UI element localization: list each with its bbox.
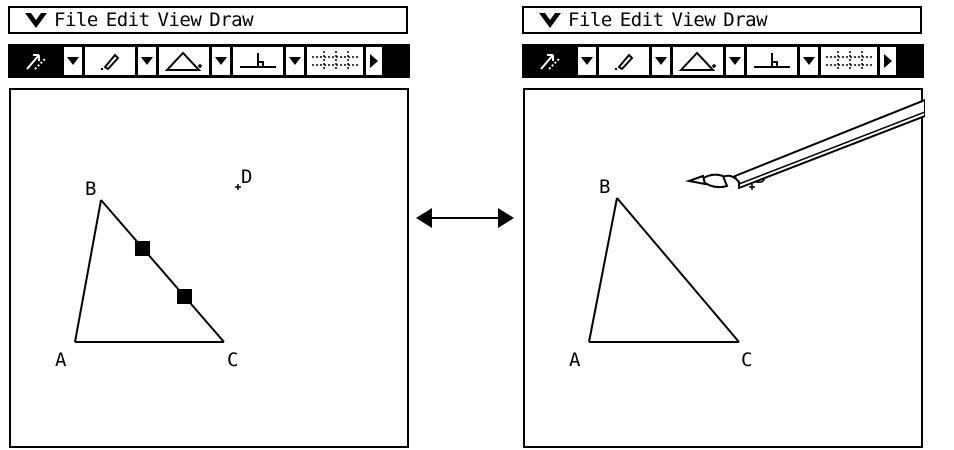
play-right-icon [884, 54, 892, 68]
select-tool-button[interactable] [525, 47, 575, 75]
triangle-icon [164, 51, 202, 71]
menu-draw[interactable]: Draw [723, 8, 767, 32]
point-label-a: A [569, 349, 581, 371]
chevron-down-icon[interactable] [24, 10, 48, 30]
dropdown-triangle-icon [803, 57, 815, 65]
toolbar-scroll-right-button[interactable] [366, 47, 382, 75]
perpendicular-tool-button[interactable] [233, 47, 283, 75]
point-label-d: D [241, 166, 252, 188]
dropdown-triangle-icon [581, 57, 593, 65]
grid-icon [826, 51, 872, 71]
perpendicular-icon [240, 53, 276, 68]
menu-file[interactable]: File [54, 8, 98, 32]
toolbar [522, 44, 924, 78]
triangle-tool-button[interactable] [159, 47, 209, 75]
stylus-pen-icon [685, 98, 925, 190]
point-label-c: C [227, 349, 238, 371]
perpendicular-tool-dropdown[interactable] [800, 47, 818, 75]
segment-ab[interactable] [588, 197, 618, 343]
toolbar-scroll-right-button[interactable] [880, 47, 896, 75]
menu-edit[interactable]: Edit [106, 8, 150, 32]
selection-handle[interactable] [177, 289, 192, 304]
screen-right: File Edit View Draw B A C [522, 0, 925, 448]
menu-draw[interactable]: Draw [209, 8, 253, 32]
menu-view[interactable]: View [672, 8, 716, 32]
draw-tool-dropdown[interactable] [138, 47, 156, 75]
pen-icon [101, 53, 120, 71]
triangle-tool-button[interactable] [673, 47, 723, 75]
draw-tool-button[interactable] [85, 47, 135, 75]
draw-tool-dropdown[interactable] [652, 47, 670, 75]
segment-bc[interactable] [616, 197, 740, 343]
perpendicular-tool-dropdown[interactable] [286, 47, 304, 75]
toolbar [8, 44, 410, 78]
point-label-b: B [599, 176, 610, 198]
chevron-down-icon[interactable] [538, 10, 562, 30]
geometry-canvas[interactable]: B D A C [9, 88, 409, 448]
screen-left: File Edit View Draw B D A C [8, 0, 410, 448]
menu-bar: File Edit View Draw [8, 6, 408, 34]
dropdown-triangle-icon [289, 57, 301, 65]
dropdown-triangle-icon [67, 57, 79, 65]
triangle-icon [678, 51, 716, 71]
point-label-b: B [85, 178, 96, 200]
segment-bc[interactable] [100, 199, 225, 343]
triangle-tool-dropdown[interactable] [726, 47, 744, 75]
select-tool-button[interactable] [11, 47, 61, 75]
menu-bar: File Edit View Draw [522, 6, 922, 34]
geometry-canvas[interactable]: B D A C [523, 88, 925, 448]
draw-tool-button[interactable] [599, 47, 649, 75]
menu-view[interactable]: View [158, 8, 202, 32]
select-arrow-icon [540, 54, 560, 70]
selection-handle[interactable] [135, 241, 150, 256]
menu-file[interactable]: File [568, 8, 612, 32]
select-tool-dropdown[interactable] [578, 47, 596, 75]
dropdown-triangle-icon [655, 57, 667, 65]
select-tool-dropdown[interactable] [64, 47, 82, 75]
point-label-a: A [55, 349, 67, 371]
point-label-c: C [741, 349, 752, 371]
menu-edit[interactable]: Edit [620, 8, 664, 32]
grid-tool-button[interactable] [307, 47, 363, 75]
triangle-tool-dropdown[interactable] [212, 47, 230, 75]
pen-icon [615, 53, 634, 71]
perpendicular-icon [754, 53, 790, 68]
play-right-icon [370, 54, 378, 68]
dropdown-triangle-icon [729, 57, 741, 65]
perpendicular-tool-button[interactable] [747, 47, 797, 75]
select-arrow-icon [26, 54, 46, 70]
dropdown-triangle-icon [141, 57, 153, 65]
segment-ab[interactable] [74, 199, 102, 343]
grid-icon [312, 51, 358, 71]
grid-tool-button[interactable] [821, 47, 877, 75]
dropdown-triangle-icon [215, 57, 227, 65]
double-arrow-icon [416, 208, 514, 228]
